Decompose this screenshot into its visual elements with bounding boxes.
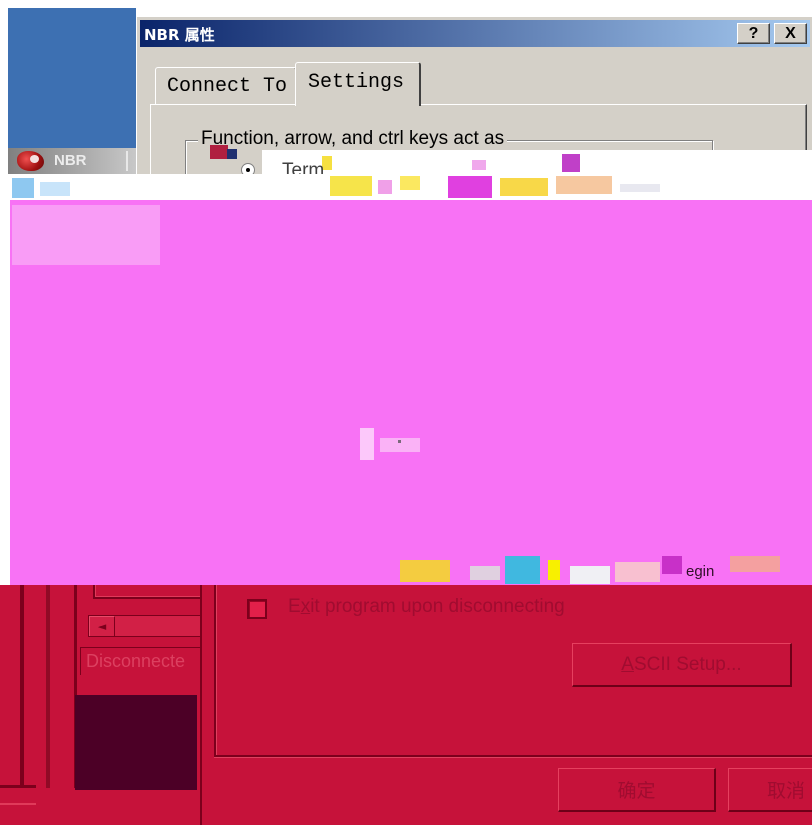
properties-dialog: NBR 属性 ? X Connect To Settings Function,… bbox=[136, 16, 812, 176]
cancel-button[interactable]: 取消 bbox=[728, 768, 812, 812]
ascii-setup-button[interactable]: A SCII Setup... bbox=[572, 643, 792, 687]
ascii-setup-text: SCII Setup... bbox=[633, 653, 742, 675]
glitch-artifact bbox=[227, 149, 237, 159]
nbr-app-icon-highlight bbox=[30, 155, 39, 163]
tab-connect-to[interactable]: Connect To bbox=[155, 67, 297, 105]
glitch-magenta-block bbox=[10, 200, 812, 585]
tab-panel-left-edge bbox=[216, 585, 217, 755]
glitch-artifact bbox=[360, 428, 374, 460]
help-icon: ? bbox=[748, 24, 759, 42]
glitch-artifact bbox=[556, 176, 612, 194]
background-window-title: NBR bbox=[54, 152, 87, 169]
glitch-artifact bbox=[400, 560, 450, 582]
background-window-panel bbox=[93, 585, 200, 599]
glitch-artifact bbox=[330, 176, 372, 196]
glitch-artifact bbox=[730, 556, 780, 572]
cancel-label: 取消 bbox=[767, 780, 806, 802]
exit-label-post: it program upon disconnecting bbox=[310, 596, 565, 617]
horizontal-scrollbar[interactable]: ◄ bbox=[88, 615, 200, 637]
glitch-artifact bbox=[210, 145, 228, 159]
tab-label: Settings bbox=[308, 71, 405, 94]
properties-dialog-lower: Exit program upon disconnecting A SCII Se… bbox=[200, 585, 812, 825]
desktop-background bbox=[8, 8, 136, 148]
glitch-artifact bbox=[562, 154, 580, 172]
glitch-artifact bbox=[615, 562, 660, 582]
glitch-artifact bbox=[12, 205, 160, 265]
keys-group-label: Function, arrow, and ctrl keys act as bbox=[198, 128, 508, 150]
scroll-left-arrow-icon[interactable]: ◄ bbox=[89, 616, 115, 636]
glitch-artifact bbox=[472, 160, 486, 170]
glitch-artifact bbox=[620, 184, 660, 192]
glitch-artifact bbox=[378, 180, 392, 194]
exit-label-pre: E bbox=[288, 596, 301, 617]
glitch-artifact bbox=[448, 176, 492, 198]
ok-button[interactable]: 确定 bbox=[558, 768, 716, 812]
glitch-artifact bbox=[470, 566, 500, 580]
dialog-titlebar[interactable]: NBR 属性 ? X bbox=[140, 20, 810, 47]
help-button[interactable]: ? bbox=[737, 23, 770, 44]
titlebar-separator bbox=[126, 151, 128, 171]
background-window-pane bbox=[75, 695, 197, 790]
glitch-artifact bbox=[662, 556, 682, 574]
glitch-artifact bbox=[12, 178, 34, 198]
tab-settings[interactable]: Settings bbox=[295, 62, 421, 106]
glitch-artifact bbox=[500, 178, 548, 196]
glitch-artifact bbox=[398, 440, 401, 443]
close-icon: X bbox=[785, 24, 796, 42]
dialog-title: NBR 属性 bbox=[144, 26, 215, 44]
ascii-setup-accel: A bbox=[621, 653, 634, 675]
terminal-radio-dot bbox=[246, 168, 250, 172]
glitch-artifact bbox=[40, 182, 70, 196]
status-bar: Disconnecte bbox=[80, 647, 200, 675]
tab-label: Connect To bbox=[167, 75, 288, 98]
tab-panel-bottom-edge bbox=[214, 757, 812, 758]
background-window-titlebar[interactable]: NBR bbox=[8, 148, 136, 174]
glitch-band: egin bbox=[0, 555, 812, 585]
glitch-artifact bbox=[262, 150, 812, 176]
exit-on-disconnect-checkbox[interactable] bbox=[247, 599, 267, 619]
exit-label-accel: x bbox=[300, 596, 311, 617]
glitch-artifact bbox=[400, 176, 420, 190]
exit-on-disconnect-label[interactable]: Exit program upon disconnecting bbox=[288, 596, 565, 618]
tinted-lower-region: ◄ Disconnecte Exit program upon disconne… bbox=[0, 585, 812, 825]
window-frame-line bbox=[46, 585, 50, 788]
window-frame-line bbox=[0, 803, 36, 805]
window-frame-line bbox=[20, 585, 24, 788]
glitch-text-fragment: egin bbox=[686, 563, 715, 580]
glitch-artifact bbox=[570, 566, 610, 584]
window-frame-line bbox=[0, 785, 36, 788]
close-button[interactable]: X bbox=[774, 23, 807, 44]
glitch-band bbox=[0, 174, 812, 200]
connection-status: Disconnecte bbox=[86, 651, 186, 671]
ok-label: 确定 bbox=[617, 780, 656, 802]
scroll-left-glyph: ◄ bbox=[97, 620, 107, 633]
background-window-client: ◄ Disconnecte bbox=[75, 585, 200, 790]
glitch-artifact bbox=[548, 560, 560, 580]
glitch-artifact bbox=[505, 556, 540, 584]
